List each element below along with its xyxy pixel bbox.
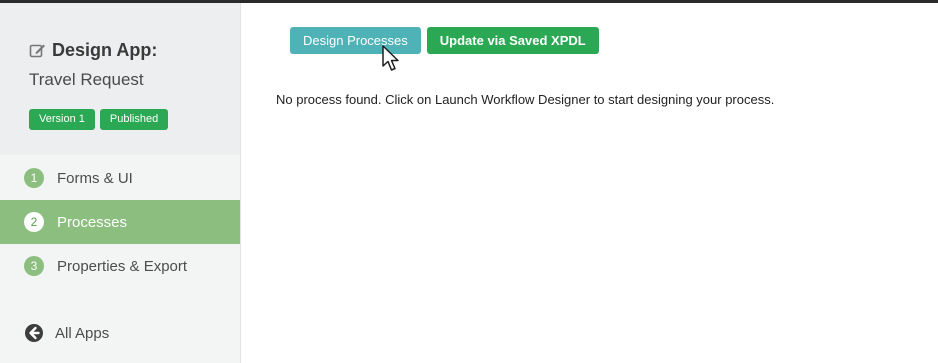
app-title: Design App: (29, 40, 157, 61)
app-header: Design App: Travel Request Version 1 Pub… (0, 3, 240, 155)
step-number: 2 (24, 212, 44, 232)
sidebar-item-forms-ui[interactable]: 1 Forms & UI (0, 156, 240, 200)
all-apps-label: All Apps (55, 324, 110, 342)
app-title-text: Design App: (52, 40, 158, 60)
version-badge: Version 1 (29, 109, 95, 130)
sidebar-menu: 1 Forms & UI 2 Processes 3 Properties & … (0, 156, 240, 288)
sidebar-item-label: Forms & UI (57, 169, 133, 187)
step-number: 3 (24, 256, 44, 276)
badge-group: Version 1 Published (29, 109, 169, 130)
arrow-left-circle-icon (25, 324, 43, 342)
main-content: Design Processes Update via Saved XPDL N… (241, 3, 938, 363)
step-number: 1 (24, 168, 44, 188)
app-window: Design App: Travel Request Version 1 Pub… (0, 0, 938, 363)
sidebar-item-properties-export[interactable]: 3 Properties & Export (0, 244, 240, 288)
sidebar-item-label: Processes (57, 213, 128, 231)
empty-state-message: No process found. Click on Launch Workfl… (276, 92, 775, 107)
published-badge: Published (99, 109, 169, 130)
all-apps-link[interactable]: All Apps (24, 323, 109, 343)
edit-icon (29, 44, 45, 58)
sidebar-item-processes[interactable]: 2 Processes (0, 200, 240, 244)
toolbar: Design Processes Update via Saved XPDL (290, 27, 599, 54)
update-xpdl-button[interactable]: Update via Saved XPDL (426, 27, 599, 54)
app-name: Travel Request (29, 70, 144, 89)
mouse-cursor-icon (382, 45, 399, 71)
sidebar-item-label: Properties & Export (57, 257, 188, 275)
sidebar: Design App: Travel Request Version 1 Pub… (0, 3, 241, 363)
